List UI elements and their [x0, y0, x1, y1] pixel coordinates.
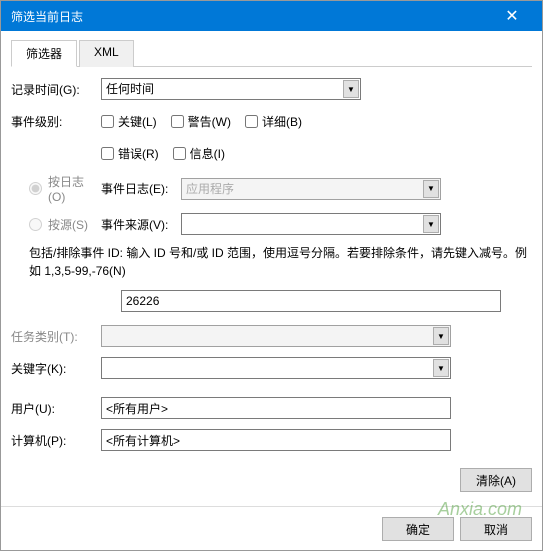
window-title: 筛选当前日志: [11, 8, 492, 25]
label-computer: 计算机(P):: [11, 432, 101, 449]
clear-button[interactable]: 清除(A): [460, 468, 532, 492]
event-source-select[interactable]: [181, 213, 441, 235]
help-text-event-id: 包括/排除事件 ID: 输入 ID 号和/或 ID 范围，使用逗号分隔。若要排除…: [29, 244, 532, 280]
logged-time-select[interactable]: 任何时间: [101, 78, 361, 100]
radio-by-source: 按源(S): [29, 216, 101, 233]
close-icon[interactable]: ✕: [492, 6, 532, 26]
checkbox-verbose[interactable]: 详细(B): [245, 113, 302, 130]
label-logged-time: 记录时间(G):: [11, 81, 101, 98]
label-event-source: 事件来源(V):: [101, 216, 181, 233]
tab-bar: 筛选器 XML: [11, 39, 532, 67]
tab-filter[interactable]: 筛选器: [11, 40, 77, 67]
dialog-footer: 确定 取消: [1, 506, 542, 551]
ok-button[interactable]: 确定: [382, 517, 454, 541]
user-input[interactable]: [101, 397, 451, 419]
cancel-button[interactable]: 取消: [460, 517, 532, 541]
label-event-log: 事件日志(E):: [101, 180, 181, 197]
titlebar: 筛选当前日志 ✕: [1, 1, 542, 31]
label-task-category: 任务类别(T):: [11, 328, 101, 345]
keywords-select[interactable]: [101, 357, 451, 379]
checkbox-error[interactable]: 错误(R): [101, 145, 159, 162]
checkbox-warning[interactable]: 警告(W): [171, 113, 231, 130]
task-category-select: [101, 325, 451, 347]
event-log-select: 应用程序: [181, 178, 441, 200]
computer-input[interactable]: [101, 429, 451, 451]
radio-by-log: 按日志(O): [29, 173, 101, 204]
label-event-level: 事件级别:: [11, 113, 101, 130]
checkbox-information[interactable]: 信息(I): [173, 145, 225, 162]
event-id-input[interactable]: [121, 290, 501, 312]
tab-xml[interactable]: XML: [79, 40, 134, 67]
label-keywords: 关键字(K):: [11, 360, 101, 377]
label-user: 用户(U):: [11, 400, 101, 417]
checkbox-critical[interactable]: 关键(L): [101, 113, 157, 130]
